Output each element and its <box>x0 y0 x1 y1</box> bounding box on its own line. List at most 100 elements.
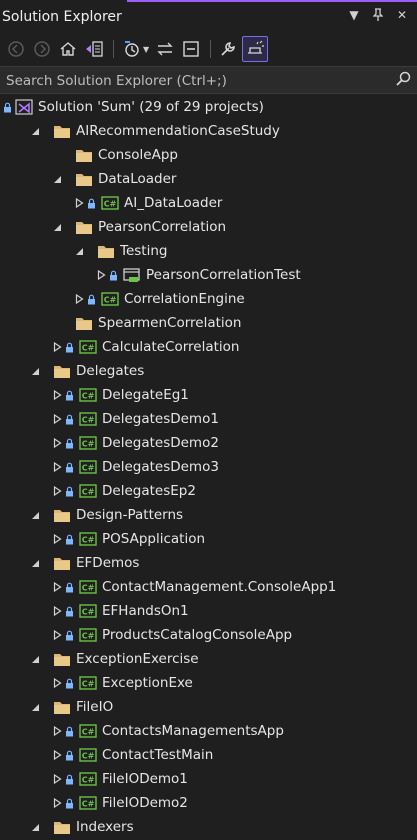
expanded-arrow-icon[interactable] <box>72 239 86 263</box>
solution-folder[interactable]: AIRecommendationCaseStudy <box>0 119 417 143</box>
project-node[interactable]: C# ProductsCatalogConsoleApp <box>0 623 417 647</box>
tree-item-label: AI_DataLoader <box>124 195 223 211</box>
svg-text:C#: C# <box>82 608 95 617</box>
svg-text:C#: C# <box>82 440 95 449</box>
expanded-arrow-icon[interactable] <box>50 215 64 239</box>
properties-icon[interactable] <box>216 37 240 61</box>
solution-folder[interactable]: Testing <box>0 239 417 263</box>
project-node[interactable]: C# CalculateCorrelation <box>0 335 417 359</box>
collapsed-arrow-icon[interactable] <box>50 455 64 479</box>
collapsed-arrow-icon[interactable] <box>50 791 64 815</box>
project-node[interactable]: C# ContactTestMain <box>0 743 417 767</box>
collapsed-arrow-icon[interactable] <box>50 575 64 599</box>
svg-text:C#: C# <box>82 776 95 785</box>
collapsed-arrow-icon[interactable] <box>50 383 64 407</box>
collapsed-arrow-icon[interactable] <box>50 623 64 647</box>
folder-icon <box>52 359 72 383</box>
project-node[interactable]: C# ExceptionExe <box>0 671 417 695</box>
expanded-arrow-icon[interactable] <box>50 167 64 191</box>
collapsed-arrow-icon[interactable] <box>50 431 64 455</box>
project-node[interactable]: C# DelegatesDemo1 <box>0 407 417 431</box>
collapsed-arrow-icon[interactable] <box>50 671 64 695</box>
solution-node[interactable]: Solution 'Sum' (29 of 29 projects) <box>0 95 417 119</box>
project-node[interactable]: C# DelegatesDemo2 <box>0 431 417 455</box>
project-node[interactable]: C# DelegatesDemo3 <box>0 455 417 479</box>
toolbar-separator <box>113 40 114 58</box>
tree-item-label: ExceptionExe <box>102 675 193 691</box>
svg-text:C#: C# <box>104 296 117 305</box>
scrollbar[interactable] <box>411 94 417 840</box>
back-icon[interactable] <box>4 37 28 61</box>
expanded-arrow-icon[interactable] <box>28 551 42 575</box>
expanded-arrow-icon[interactable] <box>28 503 42 527</box>
project-node[interactable]: C# CorrelationEngine <box>0 287 417 311</box>
expanded-arrow-icon[interactable] <box>28 359 42 383</box>
svg-text:C#: C# <box>82 632 95 641</box>
csharp-project-icon: C# <box>78 455 98 479</box>
search-icon[interactable] <box>395 71 411 91</box>
folder-icon <box>52 695 72 719</box>
project-node[interactable]: C# FileIODemo1 <box>0 767 417 791</box>
expanded-arrow-icon[interactable] <box>28 119 42 143</box>
project-node[interactable]: C# AI_DataLoader <box>0 191 417 215</box>
home-icon[interactable] <box>56 37 80 61</box>
forward-icon[interactable] <box>30 37 54 61</box>
solution-folder[interactable]: EFDemos <box>0 551 417 575</box>
lock-icon <box>108 263 118 287</box>
project-node[interactable]: C# EFHandsOn1 <box>0 599 417 623</box>
collapsed-arrow-icon[interactable] <box>50 719 64 743</box>
chevron-down-icon[interactable]: ▼ <box>143 45 149 54</box>
expanded-arrow-icon[interactable] <box>28 647 42 671</box>
solution-folder[interactable]: DataLoader <box>0 167 417 191</box>
collapsed-arrow-icon[interactable] <box>50 767 64 791</box>
tree-item-label: PearsonCorrelationTest <box>146 267 301 283</box>
csharp-project-icon: C# <box>78 623 98 647</box>
preview-selected-icon[interactable] <box>242 36 269 62</box>
lock-icon <box>64 407 74 431</box>
project-node[interactable]: C# ContactManagement.ConsoleApp1 <box>0 575 417 599</box>
tree-item-label: DelegatesEp2 <box>102 483 196 499</box>
collapsed-arrow-icon[interactable] <box>50 743 64 767</box>
solution-folder[interactable]: ExceptionExercise <box>0 647 417 671</box>
tree-item-label: SpearmenCorrelation <box>98 315 242 331</box>
project-node[interactable]: C# ContactsManagementsApp <box>0 719 417 743</box>
tree-item-label: FileIODemo2 <box>102 795 188 811</box>
csharp-project-icon: C# <box>78 791 98 815</box>
collapsed-arrow-icon[interactable] <box>72 191 86 215</box>
expanded-arrow-icon[interactable] <box>28 815 42 839</box>
collapsed-arrow-icon[interactable] <box>72 287 86 311</box>
project-node[interactable]: PearsonCorrelationTest <box>0 263 417 287</box>
csharp-project-icon: C# <box>78 335 98 359</box>
collapsed-arrow-icon[interactable] <box>50 527 64 551</box>
collapsed-arrow-icon[interactable] <box>50 407 64 431</box>
solution-folder[interactable]: ConsoleApp <box>0 143 417 167</box>
project-node[interactable]: C# DelegatesEp2 <box>0 479 417 503</box>
search-input[interactable] <box>4 70 388 92</box>
csharp-project-icon: C# <box>78 479 98 503</box>
dropdown-icon[interactable]: ▼ <box>347 8 361 24</box>
collapse-all-icon[interactable] <box>179 37 203 61</box>
lock-icon <box>64 767 74 791</box>
expanded-arrow-icon[interactable] <box>28 695 42 719</box>
collapsed-arrow-icon[interactable] <box>50 599 64 623</box>
solution-folder[interactable]: Delegates <box>0 359 417 383</box>
solution-folder[interactable]: PearsonCorrelation <box>0 215 417 239</box>
sync-icon[interactable] <box>153 37 177 61</box>
switch-views-icon[interactable] <box>82 37 106 61</box>
project-node[interactable]: C# FileIODemo2 <box>0 791 417 815</box>
solution-folder[interactable]: SpearmenCorrelation <box>0 311 417 335</box>
project-node[interactable]: C# POSApplication <box>0 527 417 551</box>
solution-folder[interactable]: FileIO <box>0 695 417 719</box>
collapsed-arrow-icon[interactable] <box>94 263 108 287</box>
solution-folder[interactable]: Design-Patterns <box>0 503 417 527</box>
collapsed-arrow-icon[interactable] <box>50 335 64 359</box>
pending-changes-filter-icon[interactable] <box>119 37 143 61</box>
close-icon[interactable]: ✕ <box>395 8 409 24</box>
tree-item-label: Solution 'Sum' (29 of 29 projects) <box>38 99 264 115</box>
pin-icon[interactable] <box>371 8 385 24</box>
tree-item-label: Delegates <box>76 363 145 379</box>
csharp-project-icon: C# <box>78 431 98 455</box>
solution-folder[interactable]: Indexers <box>0 815 417 839</box>
project-node[interactable]: C# DelegateEg1 <box>0 383 417 407</box>
collapsed-arrow-icon[interactable] <box>50 479 64 503</box>
